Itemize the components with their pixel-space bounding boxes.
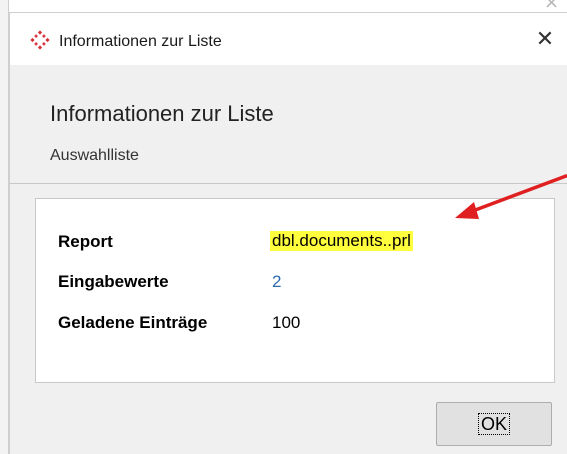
geladene-eintraege-value: 100 <box>272 313 301 332</box>
outer-window-edge <box>0 0 9 454</box>
window-title: Informationen zur Liste <box>59 33 222 50</box>
eingabewerte-value[interactable]: 2 <box>272 272 281 292</box>
report-value: dbl.documents..prl <box>270 231 413 251</box>
header-separator <box>10 183 567 184</box>
dialog-subheading: Auswahlliste <box>50 147 139 164</box>
ok-button[interactable]: OK <box>436 402 552 446</box>
app-icon <box>30 30 50 50</box>
outer-window-top <box>0 0 567 8</box>
dialog-header: Informationen zur Liste Auswahlliste <box>10 65 567 183</box>
report-label: Report <box>58 232 113 251</box>
geladene-eintraege-label: Geladene Einträge <box>58 313 208 332</box>
details-panel: Report dbl.documents..prl Eingabewerte 2… <box>35 198 555 383</box>
ok-button-label: OK <box>477 412 510 435</box>
info-dialog: Informationen zur Liste ✕ Informationen … <box>9 12 567 454</box>
dialog-heading: Informationen zur Liste <box>50 101 274 126</box>
title-bar: Informationen zur Liste ✕ <box>10 13 567 65</box>
close-button[interactable]: ✕ <box>530 25 560 55</box>
eingabewerte-label: Eingabewerte <box>58 272 169 291</box>
